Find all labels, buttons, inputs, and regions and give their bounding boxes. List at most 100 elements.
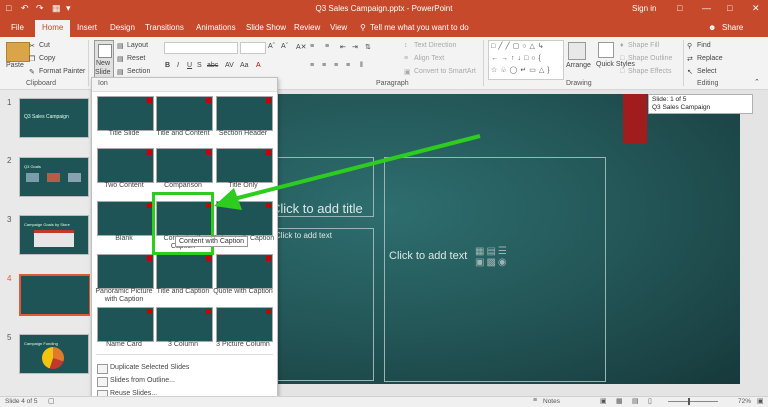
share-button[interactable]: Share xyxy=(722,23,743,32)
fit-to-window-icon[interactable]: ▣ xyxy=(757,397,764,405)
format-painter-icon[interactable]: ✎ xyxy=(29,68,35,76)
close-icon[interactable]: ✕ xyxy=(752,3,760,14)
new-slide-button[interactable]: New Slide xyxy=(94,40,114,80)
layout-3-picture-column[interactable] xyxy=(216,307,273,342)
shape-fill-button[interactable]: Shape Fill xyxy=(628,42,659,49)
increase-indent-icon[interactable]: ⇥ xyxy=(352,43,358,51)
italic-icon[interactable]: I xyxy=(177,62,179,69)
layout-two-content[interactable] xyxy=(97,148,154,183)
quick-styles-button[interactable]: Quick Styles xyxy=(596,61,635,68)
zoom-slider[interactable] xyxy=(668,401,718,402)
underline-icon[interactable]: U xyxy=(187,62,192,69)
shapes-gallery[interactable]: □╱╱▢○△↳ ←→↑↓□○{☆♧◯↵▭△} xyxy=(488,40,564,80)
tab-insert[interactable]: Insert xyxy=(77,23,97,32)
tell-me-box[interactable]: Tell me what you want to do xyxy=(370,23,469,32)
find-button[interactable]: Find xyxy=(697,42,711,49)
clear-format-icon[interactable]: A✕ xyxy=(296,43,307,51)
arrange-button[interactable]: Arrange xyxy=(566,62,591,69)
layout-button[interactable]: Layout xyxy=(127,42,148,49)
decrease-indent-icon[interactable]: ⇤ xyxy=(340,43,346,51)
zoom-slider-thumb[interactable] xyxy=(688,398,690,405)
convert-smartart-button[interactable]: Convert to SmartArt xyxy=(414,68,476,75)
tab-animations[interactable]: Animations xyxy=(196,23,236,32)
tab-view[interactable]: View xyxy=(330,23,347,32)
bullets-icon[interactable]: ≡ xyxy=(310,43,314,50)
font-color-icon[interactable]: A xyxy=(256,62,261,69)
bold-icon[interactable]: B xyxy=(165,62,170,69)
justify-icon[interactable]: ≡ xyxy=(346,62,350,69)
center-icon[interactable]: ≡ xyxy=(322,62,326,69)
section-button[interactable]: Section xyxy=(127,68,150,75)
reset-button[interactable]: Reset xyxy=(127,55,145,62)
spellcheck-icon[interactable]: ▢ xyxy=(48,397,55,405)
insert-content-icons[interactable]: ▦▤☰ ▣▩◉ xyxy=(475,246,509,268)
slide-thumbnail[interactable]: Q3 Sales Campaign xyxy=(19,98,89,138)
shrink-font-icon[interactable]: Aˇ xyxy=(281,43,288,50)
normal-view-icon[interactable]: ▣ xyxy=(600,397,607,405)
tab-slide-show[interactable]: Slide Show xyxy=(246,23,286,32)
notes-button[interactable]: Notes xyxy=(543,398,560,405)
font-name-box[interactable] xyxy=(164,42,238,54)
format-painter-button[interactable]: Format Painter xyxy=(39,68,85,75)
minimize-icon[interactable]: — xyxy=(702,3,711,13)
slideshow-icon[interactable]: ▯ xyxy=(648,397,652,405)
cut-icon[interactable]: ✂ xyxy=(29,42,35,50)
align-text-button[interactable]: Align Text xyxy=(414,55,444,62)
maximize-icon[interactable]: □ xyxy=(727,3,732,13)
columns-icon[interactable]: ‖ xyxy=(360,62,363,69)
numbering-icon[interactable]: ≡ xyxy=(325,43,329,50)
grow-font-icon[interactable]: Aˆ xyxy=(268,43,275,50)
layout-3-column[interactable] xyxy=(156,307,213,342)
replace-button[interactable]: Replace xyxy=(697,55,723,62)
ribbon-display-icon[interactable]: □ xyxy=(677,3,682,13)
slide-thumbnail[interactable]: Campaign Goals by Store xyxy=(19,215,89,255)
layout-title-and-caption[interactable] xyxy=(156,254,213,289)
text-direction-button[interactable]: Text Direction xyxy=(414,42,456,49)
status-bar: Slide 4 of 5 ▢ ≡ Notes ▣ ▦ ▤ ▯ 72% ▣ xyxy=(0,396,768,407)
align-right-icon[interactable]: ≡ xyxy=(334,62,338,69)
select-button[interactable]: Select xyxy=(697,68,716,75)
paste-button[interactable]: Paste xyxy=(6,62,24,69)
notes-icon[interactable]: ≡ xyxy=(533,397,537,404)
cut-button[interactable]: Cut xyxy=(39,42,50,49)
thumb-pie-chart xyxy=(42,347,64,369)
zoom-level[interactable]: 72% xyxy=(738,398,751,405)
slide-thumbnail-selected[interactable] xyxy=(19,274,91,316)
shape-outline-button[interactable]: Shape Outline xyxy=(628,55,672,62)
layout-blank[interactable] xyxy=(97,201,154,236)
layout-name-card[interactable] xyxy=(97,307,154,342)
shadow-icon[interactable]: S xyxy=(197,62,202,69)
strikethrough-icon[interactable]: abc xyxy=(207,62,218,69)
layout-title-slide[interactable] xyxy=(97,96,154,131)
replace-icon: ⇄ xyxy=(687,56,693,63)
slide-thumbnail[interactable]: Q3 Goals xyxy=(19,157,89,197)
font-size-box[interactable] xyxy=(240,42,266,54)
new-slide-icon xyxy=(98,44,112,58)
tab-file[interactable]: File xyxy=(11,23,24,32)
copy-icon[interactable]: ❐ xyxy=(29,55,35,63)
change-case-icon[interactable]: Aa xyxy=(240,62,249,69)
tab-home[interactable]: Home xyxy=(35,20,71,37)
sign-in-link[interactable]: Sign in xyxy=(632,4,656,13)
reading-view-icon[interactable]: ▤ xyxy=(632,397,639,405)
paste-icon[interactable] xyxy=(6,42,30,62)
copy-button[interactable]: Copy xyxy=(39,55,55,62)
slide-sorter-icon[interactable]: ▦ xyxy=(616,397,623,405)
tab-design[interactable]: Design xyxy=(110,23,135,32)
slide-thumbnail[interactable]: Campaign Funding xyxy=(19,334,89,374)
text-placeholder-left[interactable]: Click to add text xyxy=(275,228,374,381)
line-spacing-icon[interactable]: ⇅ xyxy=(365,43,371,51)
collapse-ribbon-icon[interactable]: ⌃ xyxy=(754,78,760,86)
layout-section-header[interactable] xyxy=(216,96,273,131)
align-left-icon[interactable]: ≡ xyxy=(310,62,314,69)
tab-transitions[interactable]: Transitions xyxy=(145,23,184,32)
shape-effects-button[interactable]: Shape Effects xyxy=(628,68,671,75)
char-spacing-icon[interactable]: AV xyxy=(225,62,234,69)
slide-label: Slide xyxy=(95,69,111,76)
slides-from-outline-item[interactable]: Slides from Outline... xyxy=(110,377,175,384)
layout-quote-with-caption[interactable] xyxy=(216,254,273,289)
layout-title-content[interactable] xyxy=(156,96,213,131)
layout-panoramic-picture[interactable] xyxy=(97,254,154,289)
duplicate-slides-item[interactable]: Duplicate Selected Slides xyxy=(110,364,189,371)
tab-review[interactable]: Review xyxy=(294,23,320,32)
